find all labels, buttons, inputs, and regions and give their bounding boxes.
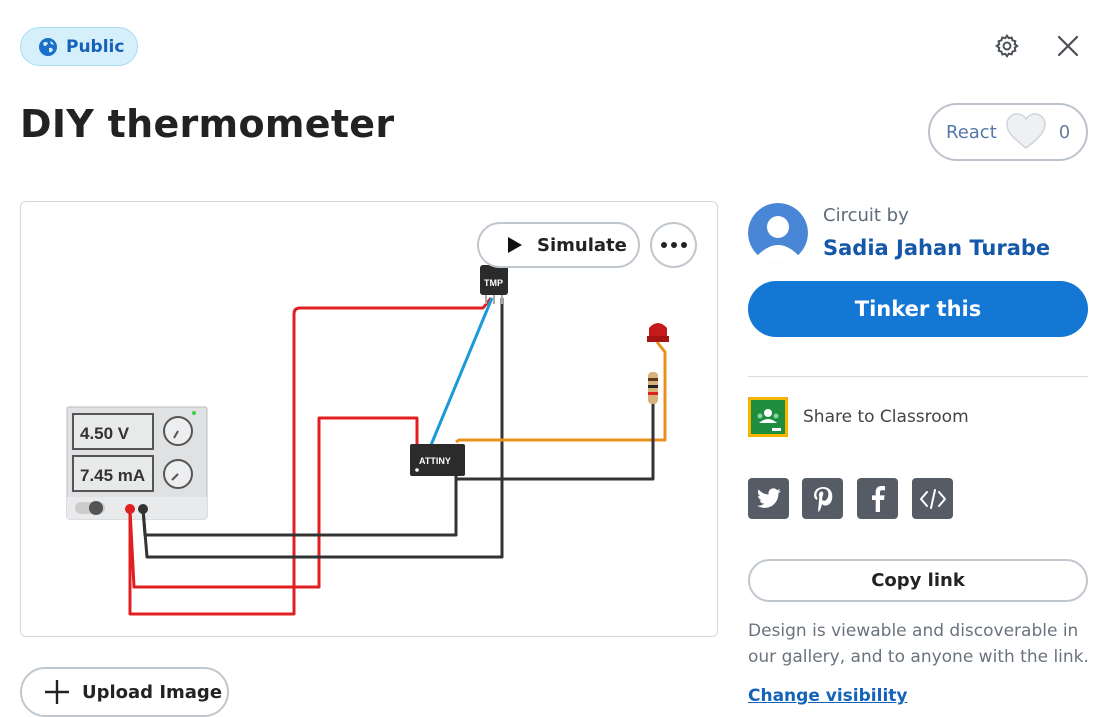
circuit-by-label: Circuit by	[823, 205, 909, 226]
voltage-readout: 4.50 V	[80, 424, 130, 443]
react-count: 0	[1058, 121, 1071, 143]
upload-image-label: Upload Image	[82, 681, 223, 703]
twitter-share-button[interactable]	[748, 478, 789, 519]
simulate-label: Simulate	[537, 234, 627, 256]
page-title: DIY thermometer	[20, 102, 395, 146]
temperature-sensor[interactable]: TMP	[480, 265, 508, 304]
avatar[interactable]	[748, 203, 808, 263]
play-icon	[507, 236, 523, 254]
close-icon[interactable]	[1053, 31, 1083, 61]
current-readout: 7.45 mA	[80, 466, 145, 485]
heart-icon	[1005, 113, 1047, 151]
embed-code-icon	[919, 488, 947, 510]
facebook-share-button[interactable]	[857, 478, 898, 519]
embed-share-button[interactable]	[912, 478, 953, 519]
react-label: React	[946, 121, 997, 143]
simulate-button[interactable]: Simulate	[477, 222, 640, 268]
react-button[interactable]: React 0	[928, 103, 1088, 161]
power-supply[interactable]: 4.50 V 7.45 mA	[66, 406, 208, 520]
resistor[interactable]	[648, 372, 658, 404]
twitter-icon	[756, 487, 782, 510]
plus-icon	[44, 679, 70, 705]
copy-link-button[interactable]: Copy link	[748, 559, 1088, 602]
facebook-icon	[871, 485, 885, 512]
visibility-badge[interactable]: Public	[20, 27, 138, 66]
attiny-chip[interactable]: ATTINY	[410, 444, 465, 476]
tinker-button[interactable]: Tinker this	[748, 281, 1088, 337]
share-to-classroom-label: Share to Classroom	[803, 407, 969, 427]
globe-icon	[38, 37, 58, 57]
chip-label: ATTINY	[419, 456, 451, 466]
visibility-description: Design is viewable and discoverable in o…	[748, 621, 1089, 667]
more-horizontal-icon	[660, 241, 688, 249]
divider	[748, 376, 1088, 377]
visibility-label: Public	[66, 36, 125, 57]
upload-image-button[interactable]: Upload Image	[20, 667, 229, 717]
pinterest-icon	[812, 486, 834, 512]
google-classroom-icon	[748, 397, 788, 437]
sensor-label: TMP	[484, 278, 503, 288]
change-visibility-link[interactable]: Change visibility	[748, 686, 907, 706]
gear-icon[interactable]	[992, 31, 1022, 61]
pinterest-share-button[interactable]	[802, 478, 843, 519]
led[interactable]	[647, 323, 669, 342]
share-to-classroom-button[interactable]: Share to Classroom	[748, 397, 969, 437]
author-name[interactable]: Sadia Jahan Turabe	[823, 236, 1050, 260]
more-options-button[interactable]	[650, 222, 697, 268]
